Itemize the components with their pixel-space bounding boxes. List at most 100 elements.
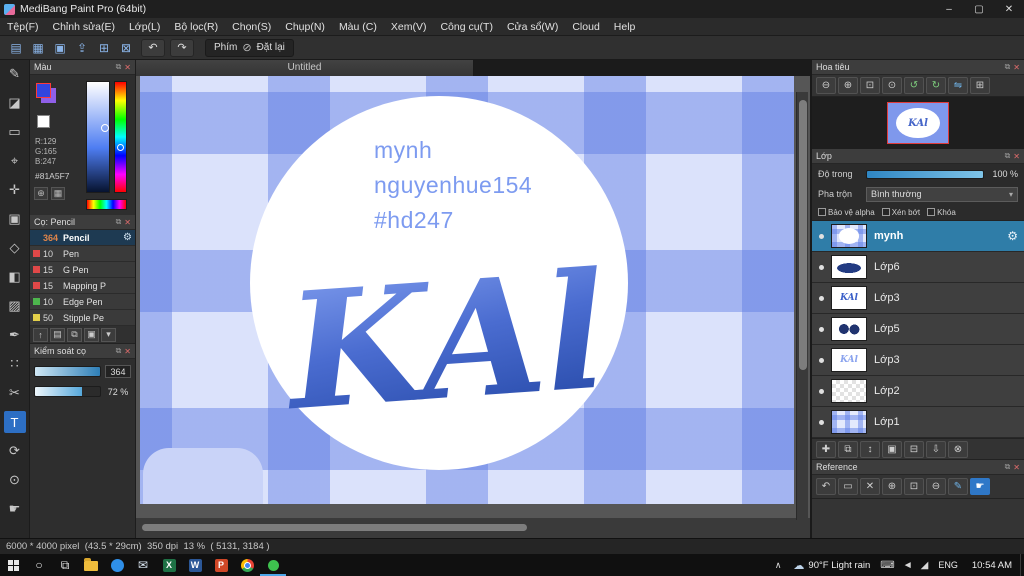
hand-tool[interactable]: ☛	[4, 498, 26, 520]
rotate-ccw-icon[interactable]: ↺	[904, 77, 924, 94]
fit-icon[interactable]: ⊡	[860, 77, 880, 94]
close-panel-icon[interactable]: ✕	[124, 218, 131, 227]
powerpoint-icon[interactable]: P	[208, 554, 234, 576]
move-tool[interactable]: ✛	[4, 179, 26, 201]
medibang-app-icon[interactable]	[260, 554, 286, 576]
checkbox-icon[interactable]	[818, 208, 826, 216]
brush-new-icon[interactable]: ▤	[50, 327, 65, 342]
zoom-out-icon[interactable]: ⊖	[816, 77, 836, 94]
close-panel-icon[interactable]: ✕	[1013, 152, 1020, 161]
layer-row[interactable]: KAl Lớp3 ⚙	[812, 283, 1024, 314]
brush-settings-icon[interactable]: ⚙	[123, 232, 132, 243]
select-area-icon[interactable]: ▭	[838, 478, 858, 495]
layer-visibility-icon[interactable]	[819, 388, 824, 394]
menu-item[interactable]: Chọn(S)	[225, 18, 278, 36]
layer-visibility-icon[interactable]	[819, 357, 824, 363]
menu-item[interactable]: Cửa sổ(W)	[500, 18, 565, 36]
menu-item[interactable]: Xem(V)	[384, 18, 434, 36]
save-icon[interactable]: ▦	[28, 39, 48, 57]
lasso-tool[interactable]: ◇	[4, 237, 26, 259]
menu-item[interactable]: Cloud	[565, 18, 606, 36]
language-indicator[interactable]: ENG	[932, 560, 964, 570]
clear-icon[interactable]: ✕	[860, 478, 880, 495]
search-button[interactable]: ○	[26, 554, 52, 576]
eyedropper-icon[interactable]: ✎	[948, 478, 968, 495]
grid-icon[interactable]: ⊞	[94, 39, 114, 57]
swatch-grid-icon[interactable]: ▦	[51, 187, 65, 200]
web-color-icon[interactable]: ⊕	[34, 187, 48, 200]
transparent-color-swatch[interactable]	[37, 115, 50, 128]
brush-opacity-slider[interactable]	[34, 386, 101, 397]
menu-item[interactable]: Lớp(L)	[122, 18, 167, 36]
merge-layer-icon[interactable]: ⊟	[904, 440, 924, 458]
task-view-button[interactable]: ⧉	[52, 554, 78, 576]
zoom-out-icon[interactable]: ⊖	[926, 478, 946, 495]
menu-item[interactable]: Help	[607, 18, 643, 36]
layer-option-checkbox[interactable]: Bảo vệ alpha	[818, 208, 875, 217]
maximize-button[interactable]: ▢	[964, 0, 994, 18]
layer-row[interactable]: mynh ⚙	[812, 221, 1024, 252]
new-layer-icon[interactable]: ✚	[816, 440, 836, 458]
hue-marker[interactable]	[117, 144, 124, 151]
layer-order-icon[interactable]: ↕	[860, 440, 880, 458]
layer-settings-icon[interactable]: ⚙	[1007, 229, 1020, 243]
menu-item[interactable]: Công cụ(T)	[433, 18, 500, 36]
bucket-tool[interactable]: ◧	[4, 266, 26, 288]
fit-icon[interactable]: ⊡	[904, 478, 924, 495]
volume-icon[interactable]: ◄	[899, 560, 917, 571]
undo-button[interactable]: ↶	[141, 38, 165, 57]
zoom-in-icon[interactable]: ⊕	[882, 478, 902, 495]
popout-icon[interactable]: ⧉	[1005, 151, 1011, 161]
saturation-value-slider[interactable]	[86, 81, 110, 193]
menu-item[interactable]: Tệp(F)	[0, 18, 46, 36]
reset-button[interactable]: Đặt lại	[257, 42, 285, 53]
layer-row[interactable]: Lớp6 ⚙	[812, 252, 1024, 283]
open-icon[interactable]: ▣	[50, 39, 70, 57]
close-panel-icon[interactable]: ✕	[124, 347, 131, 356]
menu-item[interactable]: Chỉnh sửa(E)	[46, 18, 122, 36]
color-bar[interactable]	[86, 199, 127, 210]
brush-menu-icon[interactable]: ▾	[101, 327, 116, 342]
actual-size-icon[interactable]: ⊙	[882, 77, 902, 94]
rotate-tool[interactable]: ⟳	[4, 440, 26, 462]
select-pen-tool[interactable]: ✒	[4, 324, 26, 346]
vertical-scroll-thumb[interactable]	[799, 100, 807, 370]
rotate-cw-icon[interactable]: ↻	[926, 77, 946, 94]
brush-row[interactable]: 15 G Pen ⚙	[30, 262, 135, 278]
scatter-tool[interactable]: ∷	[4, 353, 26, 375]
clock[interactable]: 10:54 AM	[964, 560, 1020, 571]
horizontal-scrollbar[interactable]	[140, 522, 794, 533]
horizontal-scroll-thumb[interactable]	[142, 524, 527, 531]
menu-item[interactable]: Chụp(N)	[278, 18, 332, 36]
layer-opacity-slider[interactable]	[866, 169, 984, 179]
layer-visibility-icon[interactable]	[819, 326, 824, 332]
close-panel-icon[interactable]: ✕	[1013, 63, 1020, 72]
network-icon[interactable]: ◢	[917, 560, 933, 571]
gradient-tool[interactable]: ▨	[4, 295, 26, 317]
popout-icon[interactable]: ⧉	[116, 346, 122, 356]
layer-option-checkbox[interactable]: Xén bớt	[881, 208, 920, 217]
layer-visibility-icon[interactable]	[819, 419, 824, 425]
reset-view-icon[interactable]: ⊞	[970, 77, 990, 94]
start-button[interactable]	[0, 554, 26, 576]
keyboard-icon[interactable]: ⌨	[876, 560, 898, 571]
brush-copy-icon[interactable]: ⧉	[67, 327, 82, 342]
layer-folder-icon[interactable]: ▣	[882, 440, 902, 458]
sv-marker[interactable]	[101, 124, 109, 132]
popout-icon[interactable]: ⧉	[1005, 62, 1011, 72]
snap-icon[interactable]: ⊠	[116, 39, 136, 57]
navigator-thumbnail[interactable]: KAl	[887, 102, 949, 144]
close-button[interactable]: ✕	[994, 0, 1024, 18]
hand-icon[interactable]: ☛	[970, 478, 990, 495]
canvas-tab[interactable]: Untitled	[136, 60, 474, 76]
brush-row[interactable]: 15 Mapping P ⚙	[30, 278, 135, 294]
foreground-color-swatch[interactable]	[36, 83, 51, 98]
duplicate-layer-icon[interactable]: ⧉	[838, 440, 858, 458]
delete-layer-icon[interactable]: ⊗	[948, 440, 968, 458]
file-explorer-icon[interactable]	[78, 554, 104, 576]
wand-tool[interactable]: ⌖	[4, 150, 26, 172]
popout-icon[interactable]: ⧉	[1005, 462, 1011, 472]
minimize-button[interactable]: –	[934, 0, 964, 18]
layer-row[interactable]: Lớp5 ⚙	[812, 314, 1024, 345]
divide-tool[interactable]: ✂	[4, 382, 26, 404]
